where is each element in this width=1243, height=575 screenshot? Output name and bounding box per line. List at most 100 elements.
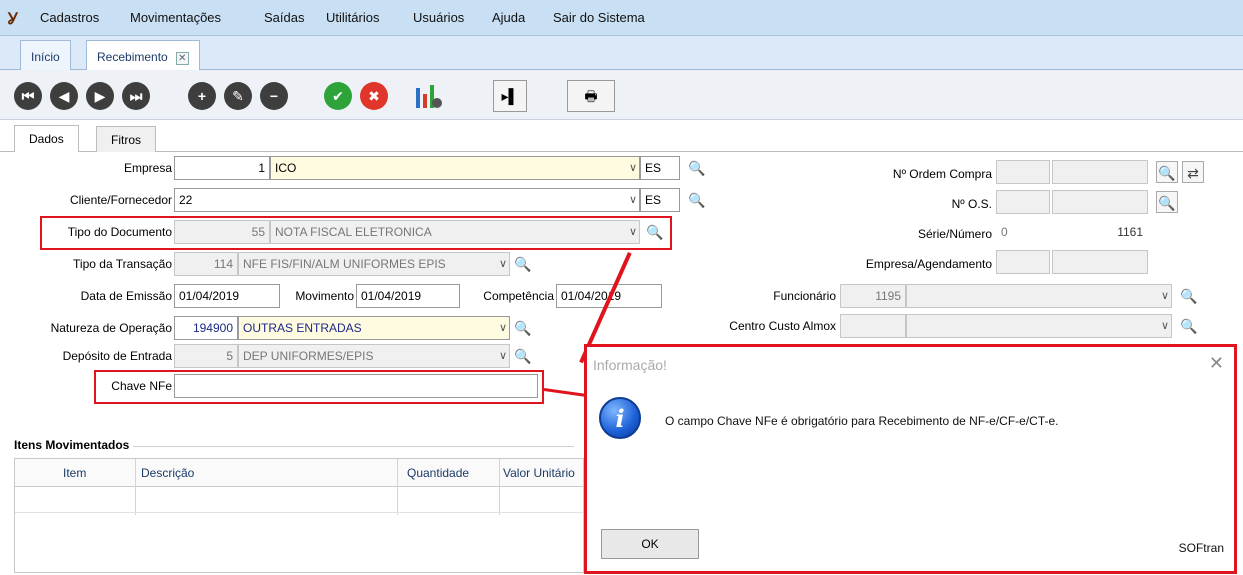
- menu-utilitarios[interactable]: Utilitários: [326, 10, 379, 25]
- search-deposito-icon[interactable]: 🔍: [512, 345, 534, 367]
- empresa-name-field[interactable]: ICO ∨: [270, 156, 640, 180]
- natureza-label: Natureza de Operação: [50, 321, 172, 335]
- tab-dados[interactable]: Dados: [14, 125, 79, 152]
- dialog-message: O campo Chave NFe é obrigatório para Rec…: [665, 414, 1059, 428]
- deposito-name-value: DEP UNIFORMES/EPIS: [243, 349, 374, 363]
- tipo-transacao-name-value: NFE FIS/FIN/ALM UNIFORMES EPIS: [243, 257, 446, 271]
- menu-cadastros[interactable]: Cadastros: [40, 10, 99, 25]
- tab-filtros[interactable]: Fitros: [96, 126, 156, 152]
- natureza-code-field[interactable]: 194900: [174, 316, 238, 340]
- menu-usuarios[interactable]: Usuários: [413, 10, 464, 25]
- ok-button[interactable]: OK: [601, 529, 699, 559]
- report-chart-icon[interactable]: [413, 82, 443, 110]
- menu-movimentacoes[interactable]: Movimentações: [130, 10, 221, 25]
- tipo-transacao-code-field[interactable]: 114: [174, 252, 238, 276]
- data-emissao-label: Data de Emissão: [80, 289, 172, 303]
- search-ordem-compra-icon[interactable]: 🔍: [1156, 161, 1178, 183]
- natureza-name-field[interactable]: OUTRAS ENTRADAS ∨: [238, 316, 510, 340]
- cancel-icon[interactable]: ✖: [360, 82, 388, 110]
- ordem-compra-label: Nº Ordem Compra: [892, 167, 992, 181]
- previous-record-icon[interactable]: ◀: [50, 82, 78, 110]
- close-tab-icon[interactable]: ✕: [175, 52, 189, 65]
- tab-filtros-label: Fitros: [111, 133, 141, 147]
- col-quantidade[interactable]: Quantidade: [407, 466, 469, 480]
- menu-ajuda[interactable]: Ajuda: [492, 10, 525, 25]
- items-grid-header: Item Descrição Quantidade Valor Unitário: [15, 459, 583, 487]
- agendamento-field-2[interactable]: [1052, 250, 1148, 274]
- first-record-icon[interactable]: ⏮: [14, 82, 42, 110]
- search-tipo-transacao-icon[interactable]: 🔍: [512, 253, 534, 275]
- sub-tabs: Dados Fitros: [0, 120, 1243, 152]
- add-icon[interactable]: +: [188, 82, 216, 110]
- ordem-compra-field-1[interactable]: [996, 160, 1050, 184]
- chevron-down-icon[interactable]: ∨: [1161, 315, 1169, 337]
- tipo-transacao-name-field[interactable]: NFE FIS/FIN/ALM UNIFORMES EPIS ∨: [238, 252, 510, 276]
- empresa-label: Empresa: [123, 161, 172, 175]
- next-record-icon[interactable]: ▶: [86, 82, 114, 110]
- highlight-chave-nfe: [94, 370, 544, 404]
- col-item[interactable]: Item: [63, 466, 86, 480]
- toolbar: ⏮ ◀ ▶ ⏭ + ✎ − ✔ ✖ ▸▌ 🖶: [0, 70, 1243, 120]
- empresa-code-field[interactable]: 1: [174, 156, 270, 180]
- search-os-icon[interactable]: 🔍: [1156, 191, 1178, 213]
- transfer-icon[interactable]: ⇄: [1182, 161, 1204, 183]
- search-centro-custo-icon[interactable]: 🔍: [1178, 315, 1200, 337]
- funcionario-code-field[interactable]: 1195: [840, 284, 906, 308]
- data-emissao-field[interactable]: 01/04/2019: [174, 284, 280, 308]
- os-field-2[interactable]: [1052, 190, 1148, 214]
- ordem-compra-field-2[interactable]: [1052, 160, 1148, 184]
- empresa-name-value: ICO: [275, 161, 297, 175]
- chevron-down-icon[interactable]: ∨: [499, 345, 507, 367]
- serie-field[interactable]: 0: [996, 220, 1050, 244]
- centro-custo-code-field[interactable]: [840, 314, 906, 338]
- deposito-code-field[interactable]: 5: [174, 344, 238, 368]
- deposito-label: Depósito de Entrada: [62, 349, 172, 363]
- chevron-down-icon[interactable]: ∨: [499, 317, 507, 339]
- movimento-label: Movimento: [295, 289, 354, 303]
- menu-saidas[interactable]: Saídas: [264, 10, 304, 25]
- last-record-icon[interactable]: ⏭: [122, 82, 150, 110]
- search-cliente-icon[interactable]: 🔍: [686, 189, 708, 211]
- agendamento-label: Empresa/Agendamento: [865, 257, 992, 271]
- movimento-field[interactable]: 01/04/2019: [356, 284, 460, 308]
- brand-label: SOFtran: [1178, 541, 1224, 555]
- tab-dados-label: Dados: [29, 132, 64, 146]
- chevron-down-icon[interactable]: ∨: [629, 157, 637, 179]
- items-group-title: Itens Movimentados: [14, 438, 134, 452]
- empresa-uf-field[interactable]: ES: [640, 156, 680, 180]
- centro-custo-label: Centro Custo Almox: [729, 319, 836, 333]
- table-row[interactable]: [15, 487, 583, 513]
- col-descricao[interactable]: Descrição: [141, 466, 194, 480]
- print-icon[interactable]: 🖶: [567, 80, 615, 112]
- arrow-from-chave-nfe: [543, 388, 588, 398]
- dialog-title: Informação!: [593, 357, 667, 373]
- agendamento-field-1[interactable]: [996, 250, 1050, 274]
- os-label: Nº O.S.: [951, 197, 992, 211]
- menu-sair[interactable]: Sair do Sistema: [553, 10, 645, 25]
- confirm-icon[interactable]: ✔: [324, 82, 352, 110]
- deposito-name-field[interactable]: DEP UNIFORMES/EPIS ∨: [238, 344, 510, 368]
- competencia-label: Competência: [483, 289, 554, 303]
- search-funcionario-icon[interactable]: 🔍: [1178, 285, 1200, 307]
- remove-icon[interactable]: −: [260, 82, 288, 110]
- chevron-down-icon[interactable]: ∨: [629, 189, 637, 211]
- tab-recebimento-label: Recebimento: [97, 50, 168, 64]
- close-icon[interactable]: ✕: [1209, 353, 1224, 374]
- centro-custo-name-field[interactable]: ∨: [906, 314, 1172, 338]
- cliente-uf-field[interactable]: ES: [640, 188, 680, 212]
- import-icon[interactable]: ▸▌: [493, 80, 527, 112]
- info-dialog: Informação! ✕ i O campo Chave NFe é obri…: [584, 344, 1237, 574]
- tab-inicio[interactable]: Início: [20, 40, 71, 70]
- os-field-1[interactable]: [996, 190, 1050, 214]
- col-valor-unitario[interactable]: Valor Unitário: [503, 466, 575, 480]
- chevron-down-icon[interactable]: ∨: [499, 253, 507, 275]
- cliente-field[interactable]: 22 ∨: [174, 188, 640, 212]
- search-natureza-icon[interactable]: 🔍: [512, 317, 534, 339]
- funcionario-name-field[interactable]: ∨: [906, 284, 1172, 308]
- natureza-name-value: OUTRAS ENTRADAS: [243, 321, 362, 335]
- search-empresa-icon[interactable]: 🔍: [686, 157, 708, 179]
- numero-field[interactable]: 1161: [1052, 220, 1148, 244]
- tab-recebimento[interactable]: Recebimento ✕: [86, 40, 200, 70]
- edit-icon[interactable]: ✎: [224, 82, 252, 110]
- chevron-down-icon[interactable]: ∨: [1161, 285, 1169, 307]
